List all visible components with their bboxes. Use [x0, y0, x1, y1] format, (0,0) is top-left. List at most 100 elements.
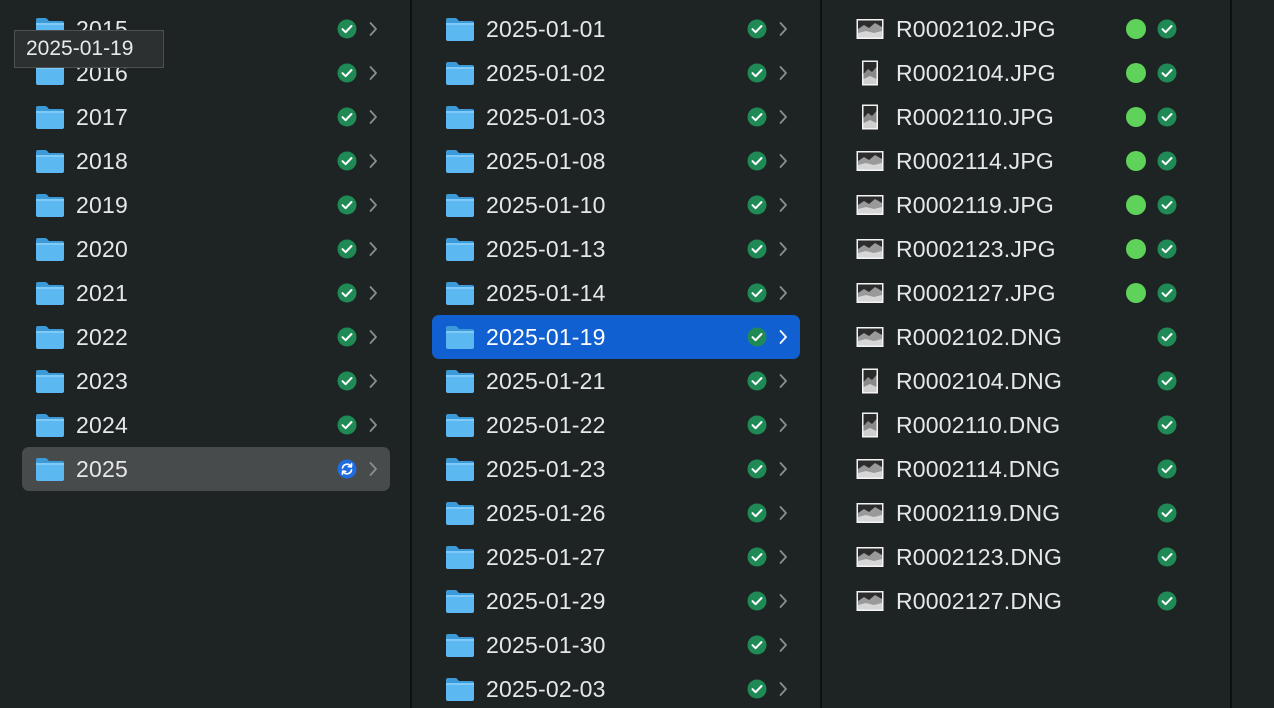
folder-row[interactable]: 2025-01-03: [432, 95, 800, 139]
synced-status-icon: [1157, 63, 1177, 83]
years-column[interactable]: 2015 2016 2017 2018 2019 2020 2021 2022 2023 2024…: [2, 0, 410, 708]
folder-row[interactable]: 2025-01-27: [432, 535, 800, 579]
chevron-right-icon: [368, 64, 378, 82]
folder-row[interactable]: 2025-01-30: [432, 623, 800, 667]
file-row[interactable]: R0002110.JPG: [842, 95, 1210, 139]
folder-row[interactable]: 2025-01-29: [432, 579, 800, 623]
folder-row[interactable]: 2025-01-08: [432, 139, 800, 183]
folder-row[interactable]: 2020: [22, 227, 390, 271]
folder-name: 2025-01-02: [486, 60, 606, 86]
folder-icon: [35, 236, 65, 262]
folder-row[interactable]: 2025-01-01: [432, 7, 800, 51]
dates-column[interactable]: 2025-01-01 2025-01-02 2025-01-03 2025-01-08…: [412, 0, 820, 708]
chevron-right-icon: [368, 240, 378, 258]
path-tooltip: 2025-01-19: [14, 30, 164, 68]
folder-name: 2021: [76, 280, 128, 306]
portrait-thumbnail-icon: [856, 412, 884, 438]
folder-icon: [35, 280, 65, 306]
folder-row[interactable]: 2019: [22, 183, 390, 227]
synced-status-icon: [337, 107, 357, 127]
folder-row[interactable]: 2021: [22, 271, 390, 315]
file-row[interactable]: R0002123.JPG: [842, 227, 1210, 271]
synced-status-icon: [747, 415, 767, 435]
chevron-right-icon: [778, 108, 788, 126]
synced-status-icon: [1157, 371, 1177, 391]
chevron-right-icon: [778, 680, 788, 698]
chevron-right-icon: [368, 328, 378, 346]
green-tag-icon: [1126, 107, 1146, 127]
file-row[interactable]: R0002127.JPG: [842, 271, 1210, 315]
folder-row[interactable]: 2025-01-26: [432, 491, 800, 535]
file-row[interactable]: R0002119.JPG: [842, 183, 1210, 227]
synced-status-icon: [747, 283, 767, 303]
files-column[interactable]: R0002102.JPG R0002104.JPG R0002110.JPG R000…: [822, 0, 1230, 708]
file-row[interactable]: R0002119.DNG: [842, 491, 1210, 535]
file-row[interactable]: R0002114.DNG: [842, 447, 1210, 491]
chevron-right-icon: [368, 284, 378, 302]
folder-row[interactable]: 2025-01-19: [432, 315, 800, 359]
file-row[interactable]: R0002110.DNG: [842, 403, 1210, 447]
chevron-right-icon: [368, 152, 378, 170]
landscape-thumbnail-icon: [856, 280, 884, 306]
file-row[interactable]: R0002102.JPG: [842, 7, 1210, 51]
file-name: R0002127.JPG: [896, 280, 1056, 306]
folder-row[interactable]: 2025-01-13: [432, 227, 800, 271]
landscape-thumbnail-icon: [856, 500, 884, 526]
chevron-right-icon: [778, 504, 788, 522]
synced-status-icon: [337, 327, 357, 347]
folder-row[interactable]: 2025-01-10: [432, 183, 800, 227]
folder-name: 2025-01-19: [486, 324, 606, 350]
folder-row[interactable]: 2022: [22, 315, 390, 359]
file-name: R0002102.JPG: [896, 16, 1056, 42]
chevron-right-icon: [368, 196, 378, 214]
folder-icon: [445, 368, 475, 394]
chevron-right-icon: [778, 636, 788, 654]
folder-row[interactable]: 2025: [22, 447, 390, 491]
chevron-right-icon: [778, 284, 788, 302]
folder-name: 2025-01-30: [486, 632, 606, 658]
folder-row[interactable]: 2025-01-02: [432, 51, 800, 95]
folder-row[interactable]: 2024: [22, 403, 390, 447]
chevron-right-icon: [368, 416, 378, 434]
empty-column[interactable]: [1232, 0, 1274, 708]
folder-icon: [445, 148, 475, 174]
chevron-right-icon: [778, 416, 788, 434]
folder-row[interactable]: 2017: [22, 95, 390, 139]
folder-row[interactable]: 2025-01-14: [432, 271, 800, 315]
folder-row[interactable]: 2018: [22, 139, 390, 183]
file-name: R0002127.DNG: [896, 588, 1063, 614]
folder-row[interactable]: 2025-01-23: [432, 447, 800, 491]
green-tag-icon: [1126, 195, 1146, 215]
folder-name: 2025-01-14: [486, 280, 606, 306]
file-row[interactable]: R0002127.DNG: [842, 579, 1210, 623]
folder-icon: [445, 676, 475, 702]
file-row[interactable]: R0002104.JPG: [842, 51, 1210, 95]
folder-row[interactable]: 2023: [22, 359, 390, 403]
chevron-right-icon: [778, 240, 788, 258]
folder-row[interactable]: 2025-01-22: [432, 403, 800, 447]
chevron-right-icon: [368, 108, 378, 126]
file-row[interactable]: R0002114.JPG: [842, 139, 1210, 183]
green-tag-icon: [1126, 63, 1146, 83]
chevron-right-icon: [778, 20, 788, 38]
folder-icon: [445, 192, 475, 218]
synced-status-icon: [337, 283, 357, 303]
file-name: R0002123.JPG: [896, 236, 1056, 262]
chevron-right-icon: [778, 460, 788, 478]
file-row[interactable]: R0002104.DNG: [842, 359, 1210, 403]
synced-status-icon: [747, 107, 767, 127]
file-row[interactable]: R0002123.DNG: [842, 535, 1210, 579]
landscape-thumbnail-icon: [856, 192, 884, 218]
file-name: R0002104.DNG: [896, 368, 1063, 394]
synced-status-icon: [1157, 591, 1177, 611]
folder-icon: [445, 16, 475, 42]
folder-icon: [35, 104, 65, 130]
folder-row[interactable]: 2025-01-21: [432, 359, 800, 403]
file-row[interactable]: R0002102.DNG: [842, 315, 1210, 359]
landscape-thumbnail-icon: [856, 148, 884, 174]
folder-row[interactable]: 2025-02-03: [432, 667, 800, 708]
file-name: R0002110.DNG: [896, 412, 1061, 438]
chevron-right-icon: [778, 64, 788, 82]
synced-status-icon: [747, 679, 767, 699]
portrait-thumbnail-icon: [856, 60, 884, 86]
